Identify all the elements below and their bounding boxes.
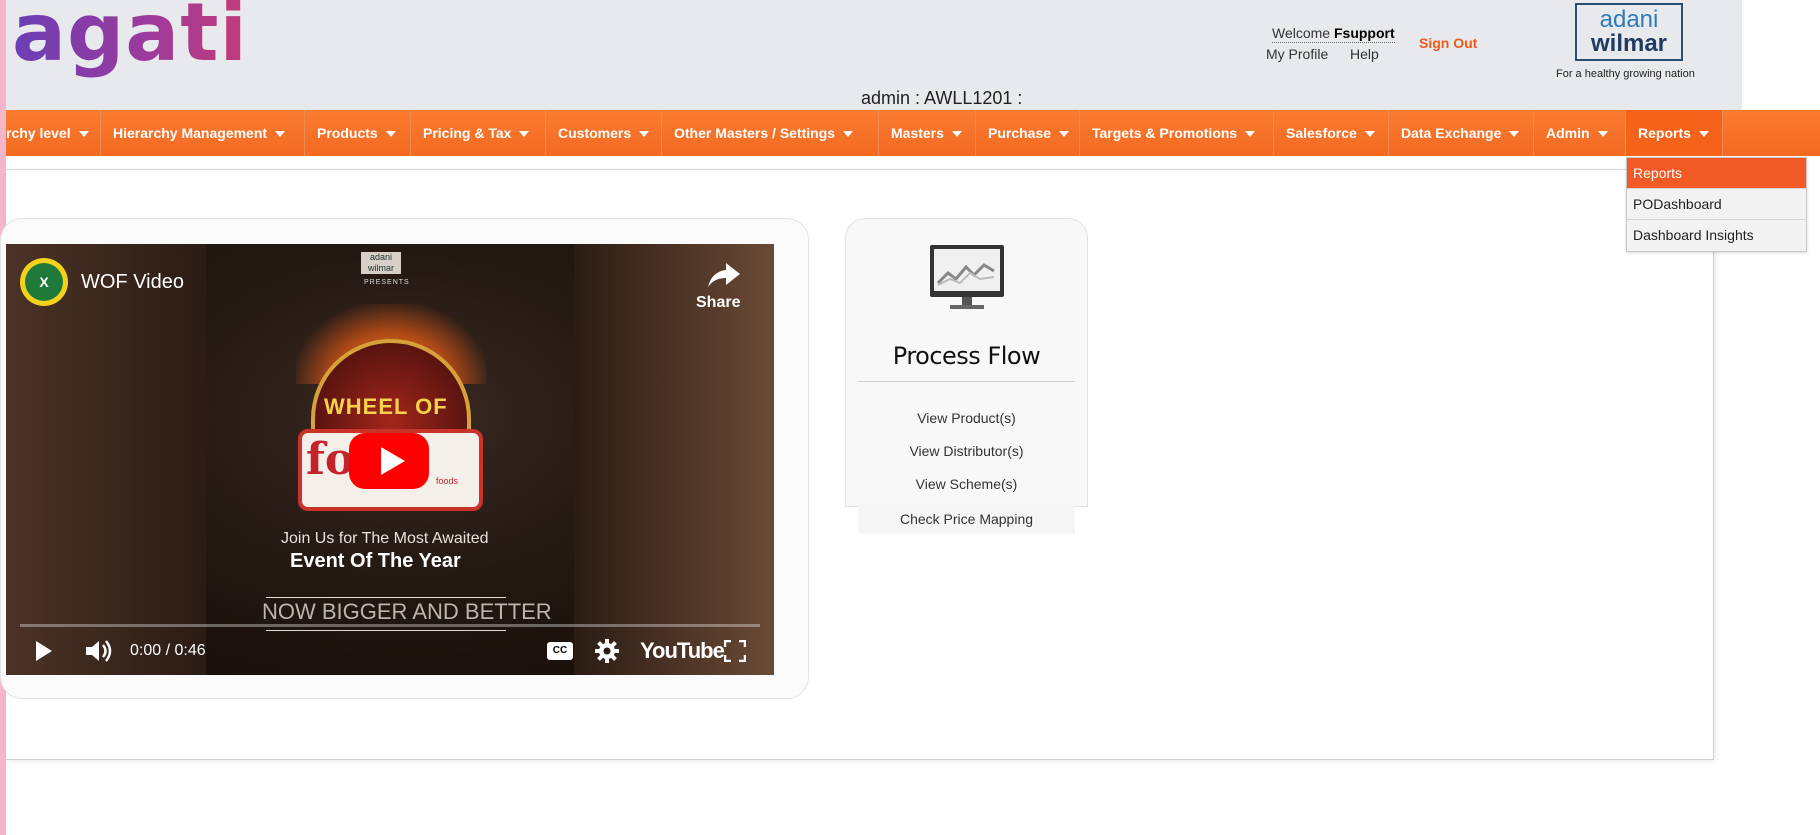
channel-avatar[interactable]: X [20, 258, 68, 306]
presents-text: PRESENTS [364, 279, 410, 286]
caret-down-icon [639, 131, 650, 138]
nav-label: Customers [558, 125, 632, 141]
video-player[interactable]: X WOF Video Share adani wilmar PRESENTS … [6, 244, 774, 675]
nav-purchase[interactable]: Purchase [976, 110, 1080, 156]
reports-dropdown: Reports PODashboard Dashboard Insights [1626, 157, 1807, 252]
nav-data-exchange[interactable]: Data Exchange [1389, 110, 1534, 156]
nav-pricing-tax[interactable]: Pricing & Tax [411, 110, 546, 156]
view-products-link[interactable]: View Product(s) [858, 410, 1075, 426]
nav-label: Hierarchy Management [113, 125, 268, 141]
nav-hierarchy-level[interactable]: rchy level [6, 110, 101, 156]
caret-down-icon [1597, 131, 1608, 138]
header: agati Welcome Fsupport My Profile Help S… [6, 0, 1742, 110]
nav-label: Salesforce [1286, 125, 1357, 141]
wheel-of-text: WHEEL OF [324, 394, 448, 419]
admin-context: admin : AWLL1201 : [861, 88, 1023, 108]
bigger-better-text: NOW BIGGER AND BETTER [262, 599, 552, 624]
nav-customers[interactable]: Customers [546, 110, 662, 156]
volume-icon[interactable] [84, 640, 112, 662]
caret-down-icon [275, 131, 286, 138]
monitor-chart-icon [930, 245, 1004, 309]
welcome-prefix: Welcome [1272, 25, 1331, 41]
event-text: Event Of The Year [290, 550, 461, 572]
nav-label: Pricing & Tax [423, 125, 512, 141]
brand-line-2: wilmar [1590, 30, 1668, 57]
brand-line-1: adani [1599, 6, 1659, 33]
view-schemes-link[interactable]: View Scheme(s) [858, 476, 1075, 492]
share-label[interactable]: Share [696, 294, 740, 312]
settings-gear-icon[interactable] [595, 639, 619, 663]
divider [266, 630, 506, 631]
captions-icon[interactable]: CC [547, 642, 573, 660]
caret-down-icon [1509, 131, 1520, 138]
caret-down-icon [385, 131, 396, 138]
time-display: 0:00 / 0:46 [130, 642, 206, 659]
nav-label: Admin [1546, 125, 1590, 141]
youtube-logo[interactable]: YouTube [640, 638, 725, 664]
view-distributors-link[interactable]: View Distributor(s) [858, 443, 1075, 459]
divider [266, 597, 506, 598]
dropdown-item-podashboard[interactable]: PODashboard [1627, 189, 1806, 220]
dropdown-item-reports[interactable]: Reports [1627, 158, 1806, 189]
join-text: Join Us for The Most Awaited [281, 530, 489, 547]
caret-down-icon [519, 131, 530, 138]
nav-label: Targets & Promotions [1092, 125, 1238, 141]
fullscreen-icon[interactable] [724, 640, 746, 662]
nav-admin[interactable]: Admin [1534, 110, 1626, 156]
caret-down-icon [1364, 131, 1375, 138]
caret-down-icon [951, 131, 962, 138]
process-flow-title: Process Flow [892, 342, 1041, 370]
nav-reports[interactable]: Reports [1626, 110, 1723, 156]
brand-tagline: For a healthy growing nation [1556, 68, 1695, 80]
brand-logo: adani wilmar [1575, 3, 1683, 61]
process-flow-divider [858, 381, 1075, 382]
nav-targets-promotions[interactable]: Targets & Promotions [1080, 110, 1274, 156]
nav-label: Reports [1638, 125, 1691, 141]
app-logo[interactable]: agati [12, 0, 248, 79]
my-profile-link[interactable]: My Profile [1266, 46, 1328, 62]
caret-down-icon [1698, 131, 1709, 138]
sign-out-link[interactable]: Sign Out [1419, 35, 1477, 51]
nav-label: Purchase [988, 125, 1052, 141]
dropdown-item-dashboard-insights[interactable]: Dashboard Insights [1627, 220, 1806, 251]
nav-masters[interactable]: Masters [879, 110, 976, 156]
caret-down-icon [843, 131, 854, 138]
video-backdrop-right [574, 244, 774, 675]
video-title[interactable]: WOF Video [81, 271, 184, 294]
main-nav: rchy level Hierarchy Management Products… [6, 110, 1820, 156]
video-brand-logo: adani wilmar [361, 252, 401, 274]
play-control-icon[interactable] [36, 641, 52, 661]
caret-down-icon [1245, 131, 1256, 138]
caret-down-icon [78, 131, 89, 138]
excel-icon: X [25, 263, 63, 301]
share-icon[interactable] [706, 259, 742, 291]
foods-text: foods [436, 476, 459, 486]
check-price-mapping-link[interactable]: Check Price Mapping [858, 504, 1075, 534]
nav-other-masters[interactable]: Other Masters / Settings [662, 110, 879, 156]
nav-products[interactable]: Products [305, 110, 411, 156]
nav-label: rchy level [6, 125, 71, 141]
video-backdrop-left [6, 244, 206, 675]
help-link[interactable]: Help [1350, 46, 1379, 62]
nav-label: Masters [891, 125, 944, 141]
welcome-text: Welcome Fsupport [1272, 25, 1395, 43]
username: Fsupport [1333, 25, 1395, 41]
progress-bar[interactable] [20, 624, 760, 627]
nav-hierarchy-management[interactable]: Hierarchy Management [101, 110, 305, 156]
nav-label: Other Masters / Settings [674, 125, 836, 141]
caret-down-icon [1059, 131, 1070, 138]
play-icon [381, 447, 405, 475]
nav-salesforce[interactable]: Salesforce [1274, 110, 1389, 156]
nav-label: Data Exchange [1401, 125, 1502, 141]
nav-label: Products [317, 125, 378, 141]
